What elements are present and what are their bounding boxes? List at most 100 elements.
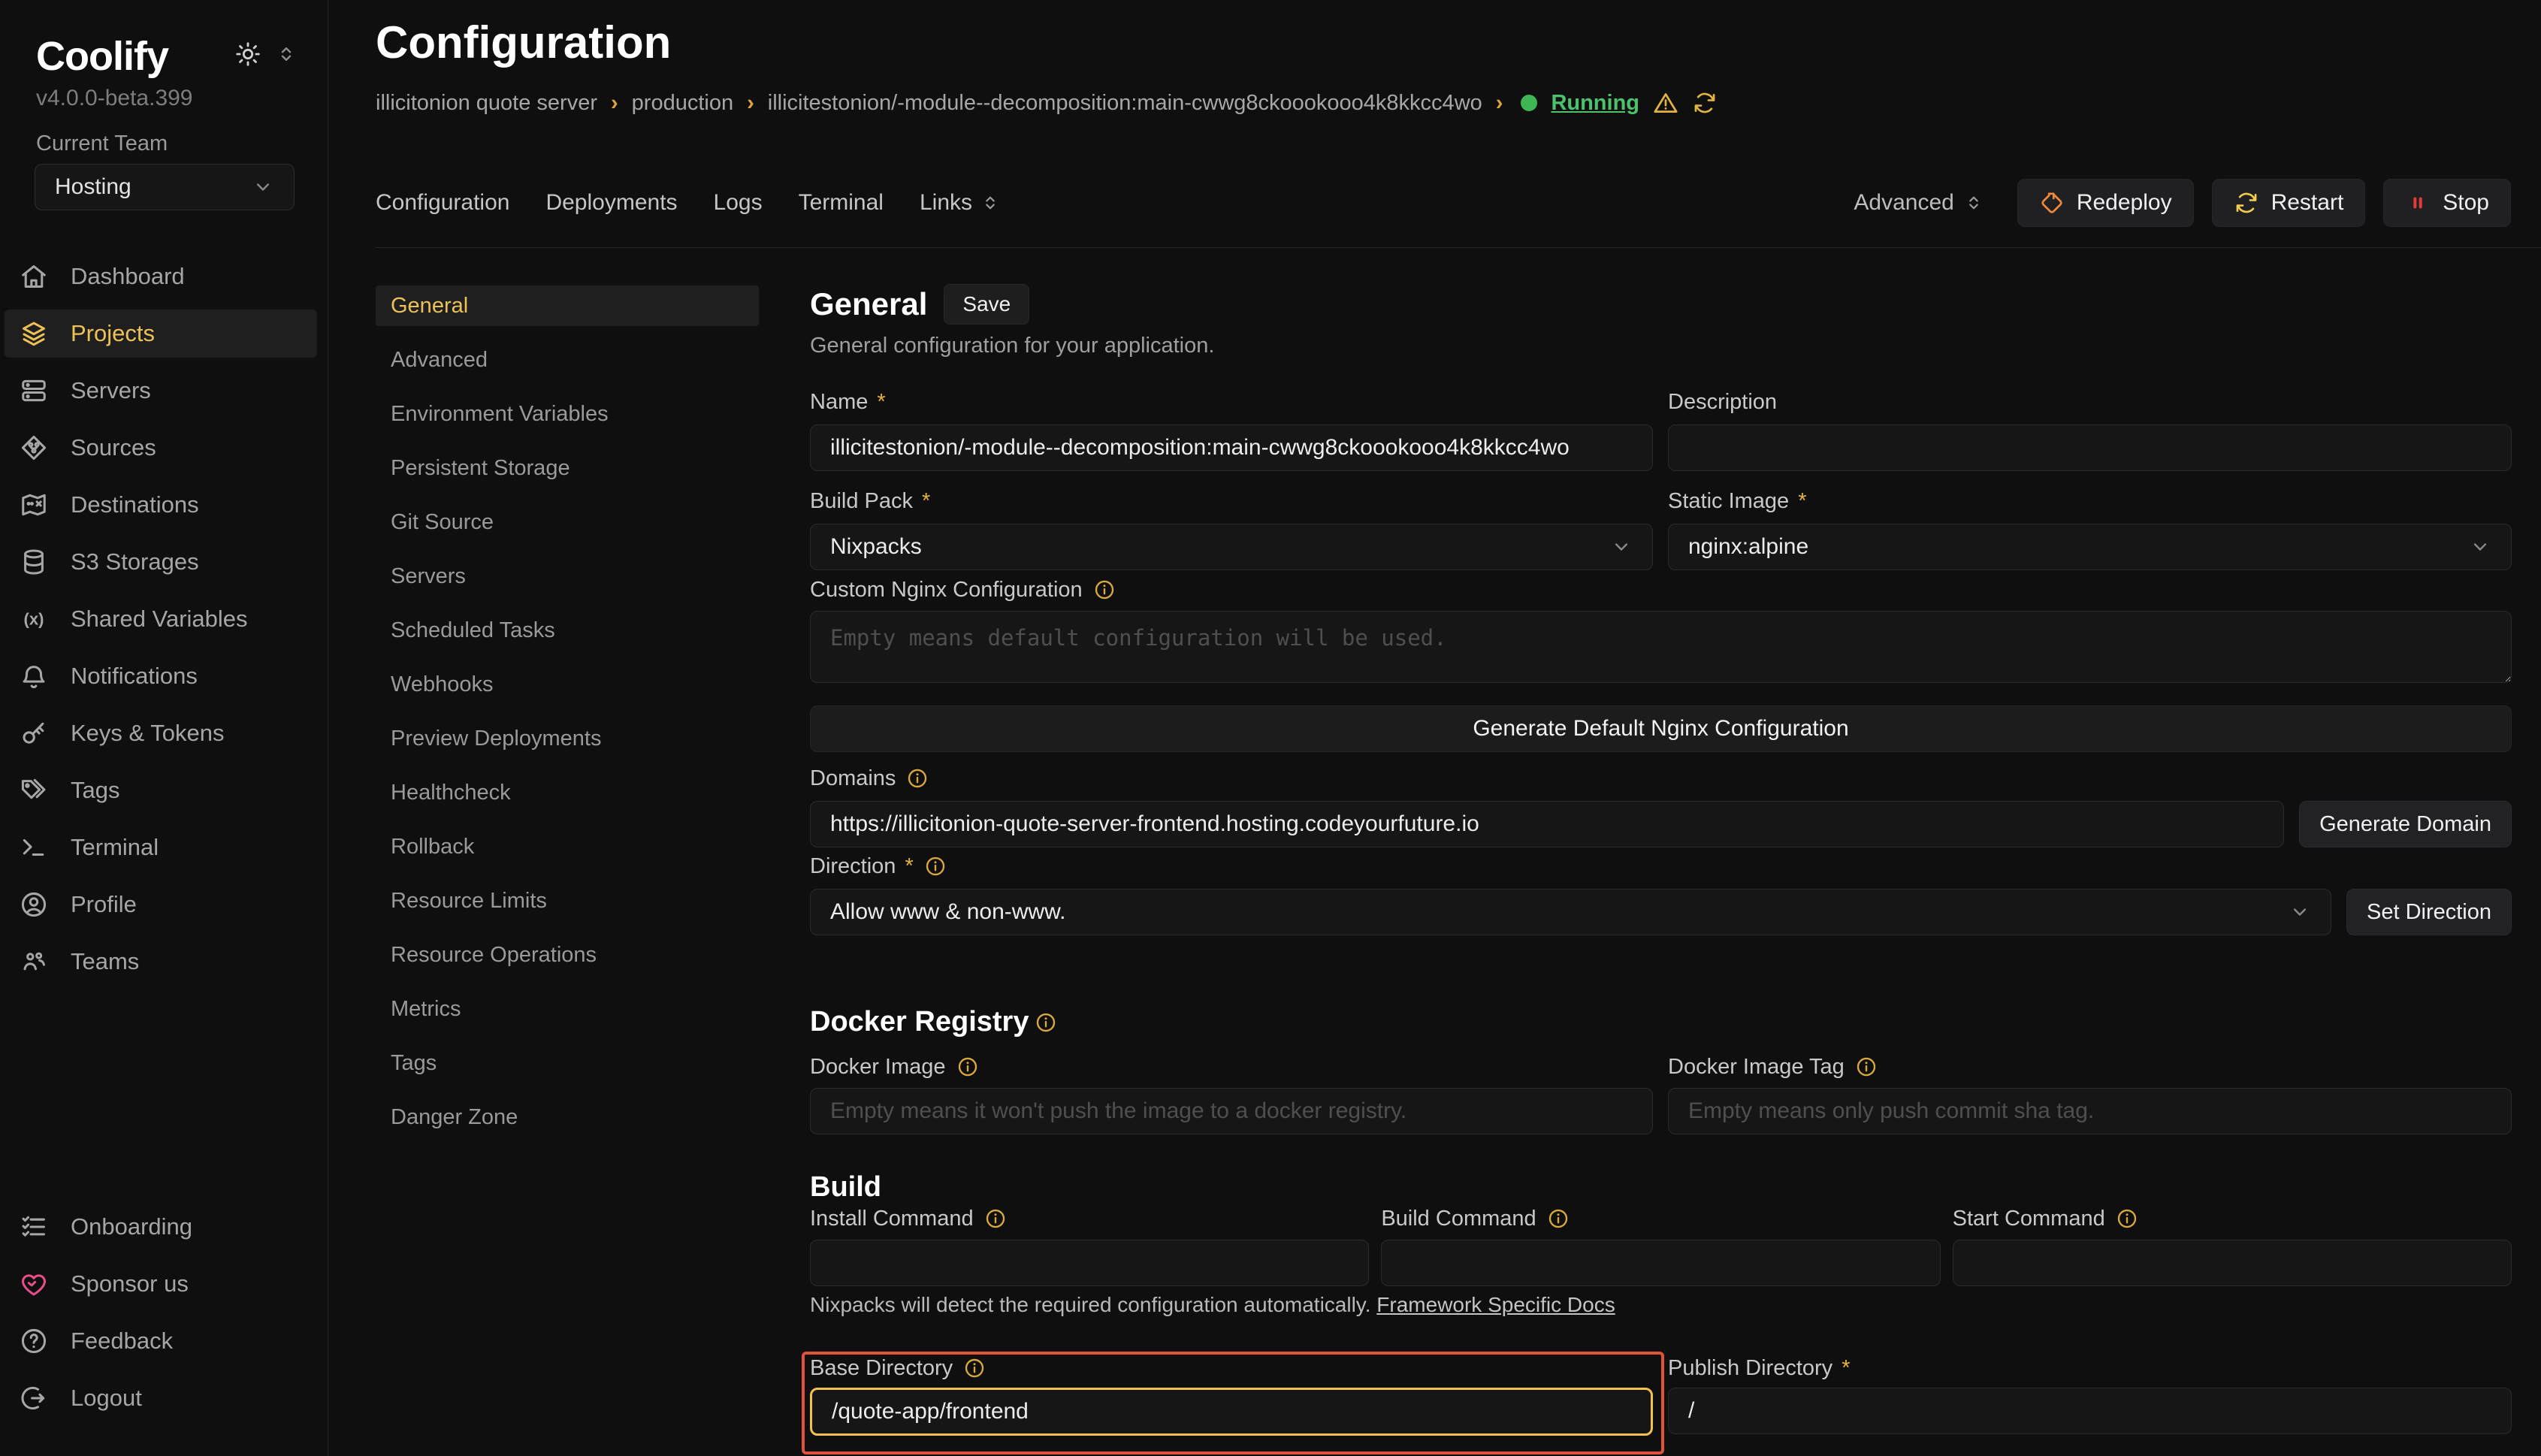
sidebar-item-shared-variables[interactable]: (x)Shared Variables [5,595,317,643]
info-icon[interactable] [1855,1056,1878,1078]
tab-label: Deployments [545,190,677,216]
subnav-item-advanced[interactable]: Advanced [376,340,759,380]
description-input[interactable] [1668,424,2512,471]
stop-button[interactable]: Stop [2383,179,2511,227]
info-icon[interactable] [1547,1207,1570,1230]
sidebar-item-projects[interactable]: Projects [5,310,317,358]
sidebar-item-onboarding[interactable]: Onboarding [5,1203,317,1251]
docker-image-tag-input[interactable] [1668,1088,2512,1134]
build-command-input[interactable] [1381,1240,1940,1286]
redeploy-button[interactable]: Redeploy [2017,179,2194,227]
sidebar-item-keys-tokens[interactable]: Keys & Tokens [5,709,317,757]
sidebar-item-notifications[interactable]: Notifications [5,652,317,700]
breadcrumb-project[interactable]: illicitonion quote server [376,91,597,116]
tab-deployments[interactable]: Deployments [545,190,677,216]
set-direction-button[interactable]: Set Direction [2346,889,2512,935]
sidebar-item-sources[interactable]: Sources [5,424,317,472]
chevron-up-down-icon[interactable] [275,43,298,65]
status-link[interactable]: Running [1551,91,1639,116]
breadcrumb-environment[interactable]: production [632,91,733,116]
subnav-item-environment-variables[interactable]: Environment Variables [376,394,759,434]
sidebar-item-s3-storages[interactable]: S3 Storages [5,538,317,586]
start-command-input[interactable] [1953,1240,2512,1286]
publish-directory-input[interactable] [1668,1388,2512,1434]
info-icon[interactable] [1035,1011,1057,1034]
team-select[interactable]: Hosting [35,164,295,210]
tab-logs[interactable]: Logs [714,190,763,216]
build-pack-select[interactable]: Nixpacks [810,524,1653,570]
sidebar-item-tags[interactable]: Tags [5,766,317,814]
info-icon[interactable] [963,1357,986,1379]
base-directory-label: Base Directory [810,1355,1653,1382]
base-directory-input[interactable] [810,1388,1653,1436]
info-icon[interactable] [924,855,947,878]
custom-nginx-textarea[interactable] [810,611,2512,683]
sidebar-item-teams[interactable]: Teams [5,938,317,986]
framework-docs-link[interactable]: Framework Specific Docs [1376,1293,1615,1316]
subnav-item-scheduled-tasks[interactable]: Scheduled Tasks [376,610,759,651]
sidebar-item-destinations[interactable]: Destinations [5,481,317,529]
sidebar-item-feedback[interactable]: Feedback [5,1317,317,1365]
info-icon[interactable] [2116,1207,2138,1230]
subnav-item-servers[interactable]: Servers [376,556,759,597]
info-icon[interactable] [956,1056,979,1078]
info-icon[interactable] [984,1207,1007,1230]
docker-image-input[interactable] [810,1088,1653,1134]
sidebar-item-label: Terminal [71,834,159,861]
sidebar-item-servers[interactable]: Servers [5,367,317,415]
required-marker: * [1842,1356,1850,1381]
refresh-status-icon[interactable] [1692,90,1718,116]
redeploy-icon [2039,190,2065,216]
tab-links[interactable]: Links [920,190,1001,216]
direction-select[interactable]: Allow www & non-www. [810,889,2331,935]
info-icon[interactable] [906,767,929,790]
subnav-item-resource-limits[interactable]: Resource Limits [376,881,759,921]
static-image-select[interactable]: nginx:alpine [1668,524,2512,570]
subnav-item-resource-operations[interactable]: Resource Operations [376,935,759,975]
subnav-item-preview-deployments[interactable]: Preview Deployments [376,718,759,759]
terminal-icon [20,833,48,862]
subnav-item-git-source[interactable]: Git Source [376,502,759,542]
server-icon [20,376,48,405]
app-logo: Coolify [36,33,168,80]
sidebar-item-label: Logout [71,1385,142,1412]
heart-icon [20,1270,48,1298]
tab-terminal[interactable]: Terminal [799,190,884,216]
restart-button[interactable]: Restart [2212,179,2366,227]
subnav-item-persistent-storage[interactable]: Persistent Storage [376,448,759,488]
subnav-item-danger-zone[interactable]: Danger Zone [376,1097,759,1137]
info-icon[interactable] [1093,578,1116,601]
name-input[interactable] [810,424,1653,471]
subnav-item-general[interactable]: General [376,285,759,326]
field-label-text: Base Directory [810,1356,953,1381]
sidebar-item-dashboard[interactable]: Dashboard [5,252,317,301]
svg-text:(x): (x) [23,610,44,629]
warning-icon[interactable] [1653,90,1678,116]
breadcrumb-application[interactable]: illicitestonion/-module--decomposition:m… [768,91,1482,116]
subnav-item-tags[interactable]: Tags [376,1043,759,1083]
tab-label: Links [920,190,972,216]
database-icon [20,548,48,576]
subnav-item-healthcheck[interactable]: Healthcheck [376,772,759,813]
subnav-item-metrics[interactable]: Metrics [376,989,759,1029]
generate-domain-button[interactable]: Generate Domain [2299,801,2512,847]
required-marker: * [905,854,913,879]
install-command-input[interactable] [810,1240,1369,1286]
advanced-menu[interactable]: Advanced [1854,190,1984,216]
content: General Advanced Environment Variables Pers… [376,248,2541,1456]
subnav-item-rollback[interactable]: Rollback [376,826,759,867]
tab-configuration[interactable]: Configuration [376,190,509,216]
field-label-text: Domains [810,766,896,791]
field-label-text: Description [1668,390,1777,415]
theme-sun-icon[interactable] [234,41,261,68]
sidebar-item-sponsor-us[interactable]: Sponsor us [5,1260,317,1308]
generate-nginx-button[interactable]: Generate Default Nginx Configuration [810,705,2512,752]
sidebar-item-terminal[interactable]: Terminal [5,823,317,871]
save-button[interactable]: Save [944,284,1029,325]
domains-input[interactable] [810,801,2284,847]
sidebar-item-logout[interactable]: Logout [5,1374,317,1422]
sidebar-item-label: Keys & Tokens [71,720,224,747]
field-label-text: Docker Image [810,1055,946,1080]
sidebar-item-profile[interactable]: Profile [5,881,317,929]
subnav-item-webhooks[interactable]: Webhooks [376,664,759,705]
